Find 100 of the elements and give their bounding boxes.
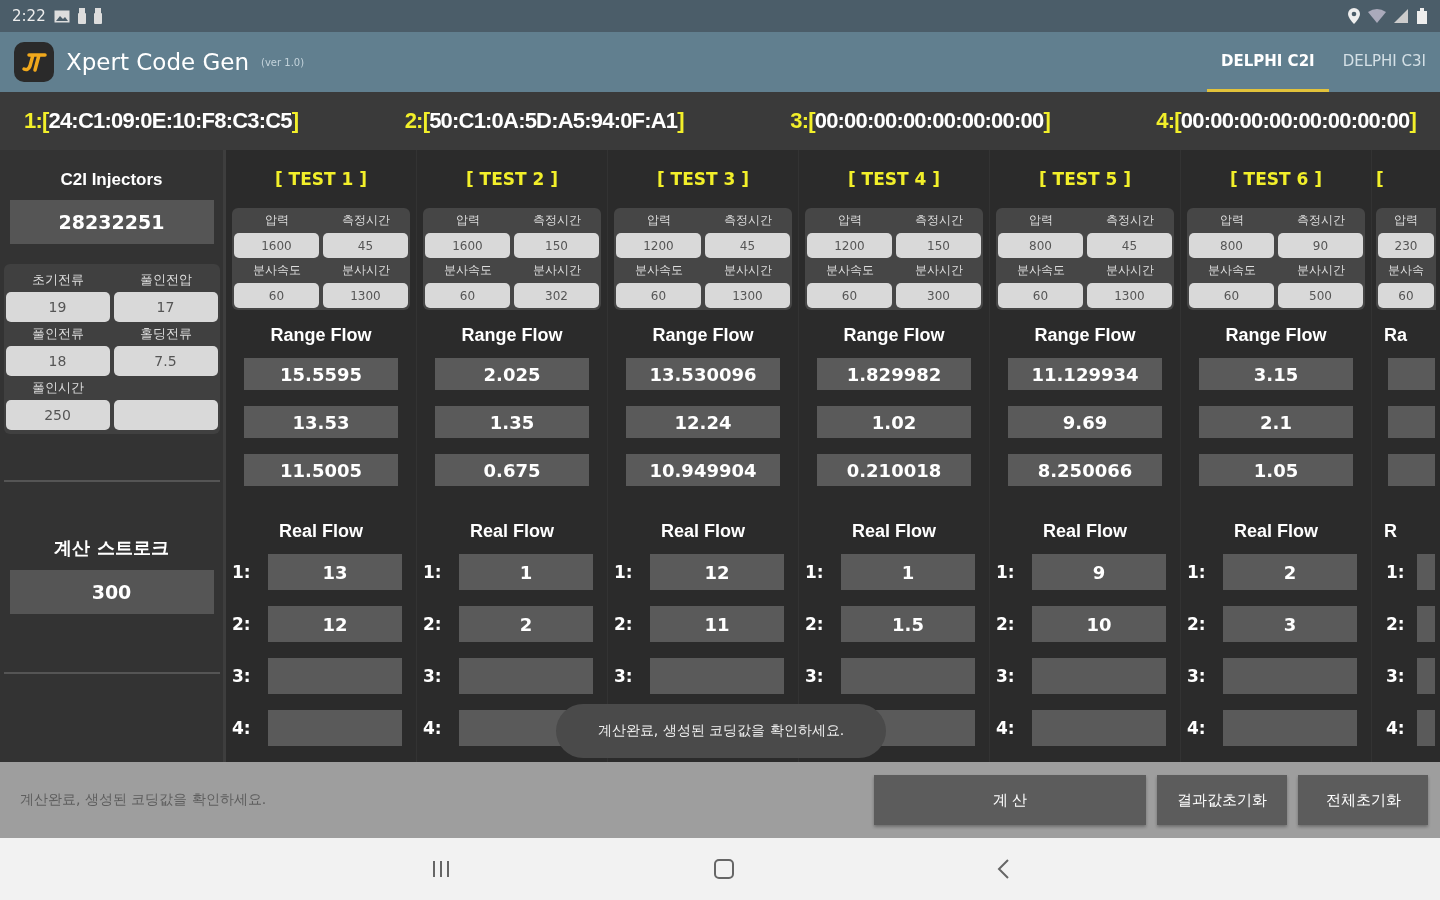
real-flow-field[interactable]: 11 bbox=[650, 606, 784, 642]
param-field[interactable]: 60 bbox=[234, 283, 319, 308]
real-flow-title: Real Flow bbox=[852, 520, 936, 543]
param-field[interactable]: 17 bbox=[113, 292, 218, 322]
real-flow-title: Real Flow bbox=[1043, 520, 1127, 543]
param-field[interactable]: 302 bbox=[514, 283, 599, 308]
back-icon[interactable] bbox=[996, 859, 1009, 879]
param-label: 분사속도 bbox=[1207, 262, 1256, 279]
param-field[interactable]: 1600 bbox=[425, 233, 510, 258]
param-field[interactable]: 45 bbox=[1087, 233, 1172, 258]
row-label: 3: bbox=[805, 666, 825, 686]
param-field[interactable]: 800 bbox=[1189, 233, 1274, 258]
real-flow-field[interactable] bbox=[841, 658, 975, 694]
real-flow-title: Real Flow bbox=[279, 520, 363, 543]
param-field[interactable]: 60 bbox=[616, 283, 701, 308]
row-label: 4: bbox=[232, 718, 252, 738]
param-label: 측정시간 bbox=[341, 212, 390, 229]
param-label: 분사속도 bbox=[252, 262, 301, 279]
real-flow-title: Real Flow bbox=[661, 520, 745, 543]
real-flow-field[interactable] bbox=[1416, 606, 1435, 642]
real-flow-field[interactable] bbox=[1032, 658, 1166, 694]
param-field[interactable]: 60 bbox=[1378, 283, 1434, 308]
param-field[interactable]: 60 bbox=[807, 283, 892, 308]
test-title: [ TEST 5 ] bbox=[1038, 168, 1132, 191]
param-field[interactable]: 90 bbox=[1278, 233, 1363, 258]
usb-icon bbox=[93, 8, 102, 24]
row-label: 4: bbox=[1385, 718, 1405, 738]
range-flow-title: Range Flow bbox=[1034, 324, 1136, 347]
param-field[interactable]: 1600 bbox=[234, 233, 319, 258]
real-flow-field[interactable]: 1 bbox=[459, 554, 593, 590]
row-label: 2: bbox=[1385, 614, 1405, 634]
range-flow-value: 0.675 bbox=[435, 454, 589, 487]
param-label: 분사속도 bbox=[443, 262, 492, 279]
param-label: 분사시간 bbox=[723, 262, 772, 279]
param-field[interactable]: 150 bbox=[896, 233, 981, 258]
real-flow-field[interactable]: 1.5 bbox=[841, 606, 975, 642]
param-field[interactable]: 1200 bbox=[616, 233, 701, 258]
param-field[interactable]: 18 bbox=[5, 346, 110, 376]
param-field[interactable]: 150 bbox=[514, 233, 599, 258]
home-icon[interactable] bbox=[714, 859, 734, 879]
action-button[interactable]: 계 산 bbox=[874, 775, 1146, 825]
param-field[interactable]: 1200 bbox=[807, 233, 892, 258]
real-flow-field[interactable] bbox=[1032, 710, 1166, 746]
real-flow-field[interactable] bbox=[268, 710, 402, 746]
range-flow-value bbox=[1388, 406, 1435, 439]
param-field[interactable]: 45 bbox=[323, 233, 408, 258]
real-flow-field[interactable] bbox=[459, 658, 593, 694]
real-flow-field[interactable] bbox=[650, 658, 784, 694]
row-label: 1: bbox=[423, 562, 443, 582]
param-label: 압력 bbox=[1028, 212, 1053, 229]
row-label: 4: bbox=[1187, 718, 1207, 738]
param-label: 압력 bbox=[1394, 212, 1418, 229]
recent-apps-icon[interactable] bbox=[431, 860, 452, 878]
test-title: [ TEST 1 ] bbox=[274, 168, 368, 191]
param-label: 측정시간 bbox=[1105, 212, 1154, 229]
action-button[interactable]: 결과값초기화 bbox=[1157, 775, 1287, 825]
param-field[interactable]: 1300 bbox=[1087, 283, 1172, 308]
real-flow-field[interactable]: 2 bbox=[1223, 554, 1357, 590]
param-field[interactable]: 60 bbox=[1189, 283, 1274, 308]
real-flow-field[interactable]: 13 bbox=[268, 554, 402, 590]
param-field[interactable] bbox=[113, 400, 218, 430]
real-flow-field[interactable]: 1 bbox=[841, 554, 975, 590]
real-flow-field[interactable]: 9 bbox=[1032, 554, 1166, 590]
real-flow-field[interactable] bbox=[1223, 658, 1357, 694]
range-flow-value: 1.35 bbox=[435, 406, 589, 439]
param-field[interactable]: 230 bbox=[1378, 233, 1434, 258]
param-label: 압력 bbox=[264, 212, 289, 229]
real-flow-field[interactable] bbox=[1416, 554, 1435, 590]
row-label: 2: bbox=[805, 614, 825, 634]
row-label: 1: bbox=[805, 562, 825, 582]
param-field[interactable]: 60 bbox=[425, 283, 510, 308]
tab[interactable]: DELPHI C3I bbox=[1328, 32, 1440, 92]
param-field[interactable]: 45 bbox=[705, 233, 790, 258]
real-flow-title: Real Flow bbox=[1234, 520, 1318, 543]
param-field[interactable]: 800 bbox=[998, 233, 1083, 258]
real-flow-field[interactable]: 3 bbox=[1223, 606, 1357, 642]
real-flow-field[interactable] bbox=[1223, 710, 1357, 746]
real-flow-field[interactable]: 10 bbox=[1032, 606, 1166, 642]
real-flow-field[interactable] bbox=[1416, 710, 1435, 746]
param-field[interactable]: 250 bbox=[5, 400, 110, 430]
param-field[interactable]: 19 bbox=[5, 292, 110, 322]
real-flow-field[interactable]: 2 bbox=[459, 606, 593, 642]
param-field[interactable]: 7.5 bbox=[113, 346, 218, 376]
param-field[interactable]: 300 bbox=[896, 283, 981, 308]
param-field[interactable]: 500 bbox=[1278, 283, 1363, 308]
real-flow-field[interactable] bbox=[268, 658, 402, 694]
row-label: 3: bbox=[996, 666, 1016, 686]
serial-field[interactable]: 28232251 bbox=[9, 200, 214, 244]
param-field[interactable]: 1300 bbox=[705, 283, 790, 308]
param-label: 분사시간 bbox=[1105, 262, 1154, 279]
row-label: 1: bbox=[614, 562, 634, 582]
real-flow-field[interactable] bbox=[1416, 658, 1435, 694]
param-field[interactable]: 1300 bbox=[323, 283, 408, 308]
stroke-field[interactable]: 300 bbox=[9, 570, 214, 614]
range-flow-value: 11.5005 bbox=[244, 454, 398, 487]
real-flow-field[interactable]: 12 bbox=[268, 606, 402, 642]
real-flow-field[interactable]: 12 bbox=[650, 554, 784, 590]
param-field[interactable]: 60 bbox=[998, 283, 1083, 308]
action-button[interactable]: 전체초기화 bbox=[1298, 775, 1428, 825]
row-label: 2: bbox=[423, 614, 443, 634]
